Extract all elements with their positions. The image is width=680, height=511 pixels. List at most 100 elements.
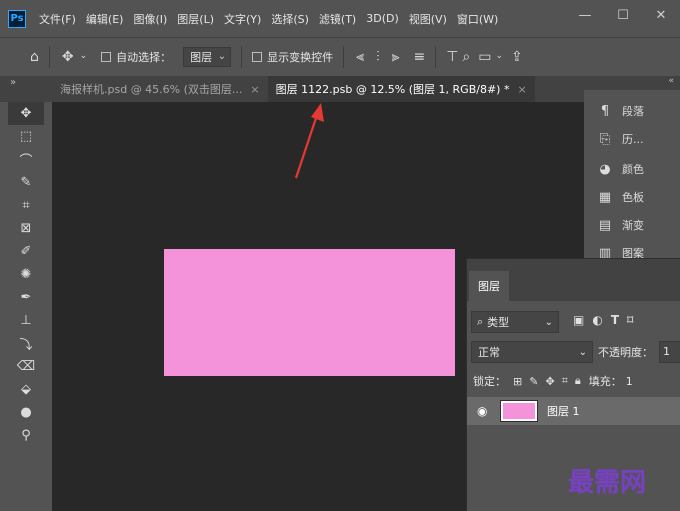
stamp-tool[interactable]: ⊥ bbox=[8, 309, 44, 332]
align-right-icon: ⫸ bbox=[391, 48, 400, 65]
layer-filter-icons: ▣ ◐ T ⌑ bbox=[573, 313, 633, 327]
dodge-tool[interactable]: ⚲ bbox=[8, 424, 44, 447]
lasso-tool[interactable]: ⌒ bbox=[8, 148, 44, 171]
show-transform-label: 显示变换控件 bbox=[267, 50, 334, 64]
opacity-label: 不透明度： bbox=[598, 346, 653, 359]
chevron-down-icon: ⌄ bbox=[578, 346, 587, 358]
crop-tool[interactable]: ⌗ bbox=[8, 194, 44, 217]
history-brush-tool[interactable]: ⤵ bbox=[8, 332, 44, 355]
menu-3d[interactable]: 3D(D) bbox=[361, 12, 404, 25]
filter-shape-icon[interactable]: ⌑ bbox=[627, 313, 633, 327]
menu-view[interactable]: 视图(V) bbox=[404, 11, 452, 27]
align-top-button[interactable]: ⊤ bbox=[446, 50, 458, 64]
annotation-arrow-icon bbox=[294, 103, 324, 179]
menu-type[interactable]: 文字(Y) bbox=[219, 11, 266, 27]
show-transform-checkbox[interactable]: 显示变换控件 bbox=[252, 49, 333, 65]
marquee-tool[interactable]: ⬚ bbox=[8, 125, 44, 148]
menu-window[interactable]: 窗口(W) bbox=[452, 11, 503, 27]
document-tabs: 海报样机.psd @ 45.6% (双击图层... × 图层 1122.psb … bbox=[52, 76, 584, 102]
blur-icon: ● bbox=[20, 405, 32, 420]
quick-select-tool[interactable]: ✎ bbox=[8, 171, 44, 194]
tab-layer-1122[interactable]: 图层 1122.psb @ 12.5% (图层 1, RGB/8#) * × bbox=[267, 76, 535, 102]
lock-row: 锁定： ⊞ ✎ ✥ ⌗ 🔒︎ 填充： 1 bbox=[473, 373, 633, 389]
close-button[interactable]: ✕ bbox=[642, 0, 680, 30]
menu-bar: Ps 文件(F) 编辑(E) 图像(I) 图层(L) 文字(Y) 选择(S) 滤… bbox=[0, 0, 680, 37]
healing-brush-tool[interactable]: ✺ bbox=[8, 263, 44, 286]
divider bbox=[343, 45, 345, 68]
tab-poster-mockup[interactable]: 海报样机.psd @ 45.6% (双击图层... × bbox=[52, 76, 268, 102]
opacity-input[interactable]: 1 bbox=[659, 341, 680, 363]
blend-mode-select[interactable]: 正常 ⌄ bbox=[471, 341, 593, 363]
align-right-button[interactable]: ⫸ bbox=[392, 50, 400, 64]
brush-tool[interactable]: ✒ bbox=[8, 286, 44, 309]
align-center-button[interactable]: ⫶ bbox=[376, 50, 380, 64]
blur-tool[interactable]: ● bbox=[8, 401, 44, 424]
filter-pixel-icon[interactable]: ▣ bbox=[573, 313, 584, 327]
minimize-button[interactable]: — bbox=[566, 0, 604, 30]
toolbar-collapse-handle[interactable]: » bbox=[0, 76, 52, 102]
panel-color[interactable]: ◕ 颜色 bbox=[594, 158, 674, 180]
panel-paragraph[interactable]: ¶ 段落 bbox=[594, 100, 674, 122]
maximize-button[interactable]: ☐ bbox=[604, 0, 642, 30]
auto-select-label: 自动选择： bbox=[116, 50, 172, 64]
lock-transparent-icon[interactable]: ⊞ bbox=[513, 375, 522, 388]
lock-all-icon[interactable]: 🔒︎ bbox=[575, 374, 581, 388]
filter-adjustment-icon[interactable]: ◐ bbox=[592, 313, 602, 327]
lock-image-icon[interactable]: ✎ bbox=[529, 375, 538, 388]
close-icon[interactable]: × bbox=[517, 83, 526, 96]
fill-input[interactable]: 1 bbox=[626, 375, 633, 388]
move-tool[interactable]: ✥ bbox=[8, 102, 44, 125]
eyedropper-tool[interactable]: ✐ bbox=[8, 240, 44, 263]
menu-select[interactable]: 选择(S) bbox=[266, 11, 314, 27]
canvas-document[interactable] bbox=[164, 249, 455, 376]
tab-layers[interactable]: 图层 bbox=[469, 271, 509, 301]
share-button[interactable]: ⇪ bbox=[511, 50, 523, 64]
filter-type-icon[interactable]: T bbox=[611, 313, 619, 327]
frame-tool[interactable]: ⊠ bbox=[8, 217, 44, 240]
eraser-tool[interactable]: ⌫ bbox=[8, 355, 44, 378]
right-panel-collapse-handle[interactable]: « bbox=[584, 76, 680, 90]
watermark: 最需网 bbox=[568, 468, 647, 498]
eye-icon[interactable]: ◉ bbox=[477, 404, 491, 418]
move-tool-preset[interactable]: ✥ ⌄ bbox=[62, 50, 87, 64]
lock-position-icon[interactable]: ✥ bbox=[545, 375, 554, 388]
search-button[interactable]: ⌕ bbox=[462, 50, 470, 64]
menu-filter[interactable]: 滤镜(T) bbox=[314, 11, 361, 27]
layer-row[interactable]: ◉ 图层 1 bbox=[467, 397, 680, 425]
paint-bucket-tool[interactable]: ⬙ bbox=[8, 378, 44, 401]
menu-file[interactable]: 文件(F) bbox=[34, 11, 81, 27]
paragraph-icon: ¶ bbox=[600, 103, 610, 119]
menu-layer[interactable]: 图层(L) bbox=[172, 11, 219, 27]
search-icon: ⌕ bbox=[462, 48, 471, 65]
auto-select-target-value: 图层 bbox=[190, 50, 213, 64]
layer-name: 图层 1 bbox=[547, 405, 580, 418]
auto-select-target-select[interactable]: 图层 ⌄ bbox=[183, 46, 232, 67]
history-icon: ⎘ bbox=[599, 131, 611, 147]
distribute-button[interactable]: ≡ bbox=[413, 50, 425, 64]
panel-swatches[interactable]: ▦ 色板 bbox=[594, 186, 674, 208]
panel-gradient[interactable]: ▤ 渐变 bbox=[594, 214, 674, 236]
tab-label: 海报样机.psd @ 45.6% (双击图层... bbox=[60, 83, 243, 96]
move-icon: ✥ bbox=[61, 48, 74, 65]
chevron-down-icon: ⌄ bbox=[495, 51, 504, 61]
search-icon: ⌕ bbox=[477, 315, 484, 328]
workspace-button[interactable]: ▭ ⌄ bbox=[478, 50, 503, 64]
menu-image[interactable]: 图像(I) bbox=[128, 11, 172, 27]
workspace-icon: ▭ bbox=[478, 48, 492, 65]
auto-select-checkbox[interactable]: 自动选择： bbox=[101, 49, 171, 65]
arrow-shaft bbox=[294, 111, 320, 179]
crop-icon: ⌗ bbox=[22, 198, 30, 213]
align-left-button[interactable]: ⫷ bbox=[356, 50, 364, 64]
align-left-icon: ⫷ bbox=[356, 48, 365, 65]
chevron-down-icon: ⌄ bbox=[79, 51, 88, 61]
options-bar: ⌂ ✥ ⌄ 自动选择： 图层 ⌄ 显示变换控件 ⫷ ⫶ ⫸ ≡ ⊤ ⌕ ▭ ⌄ ⇪ bbox=[0, 37, 680, 75]
home-button[interactable]: ⌂ bbox=[30, 50, 39, 64]
frame-icon: ⊠ bbox=[20, 221, 32, 236]
layer-filter-select[interactable]: ⌕ 类型 ⌄ bbox=[471, 311, 559, 333]
lock-artboard-icon[interactable]: ⌗ bbox=[562, 374, 568, 388]
close-icon[interactable]: × bbox=[250, 83, 259, 96]
fill-label: 填充： bbox=[588, 375, 622, 388]
menu-edit[interactable]: 编辑(E) bbox=[81, 11, 129, 27]
layer-thumbnail bbox=[500, 400, 538, 422]
panel-history[interactable]: ⎘ 历... bbox=[594, 128, 674, 150]
